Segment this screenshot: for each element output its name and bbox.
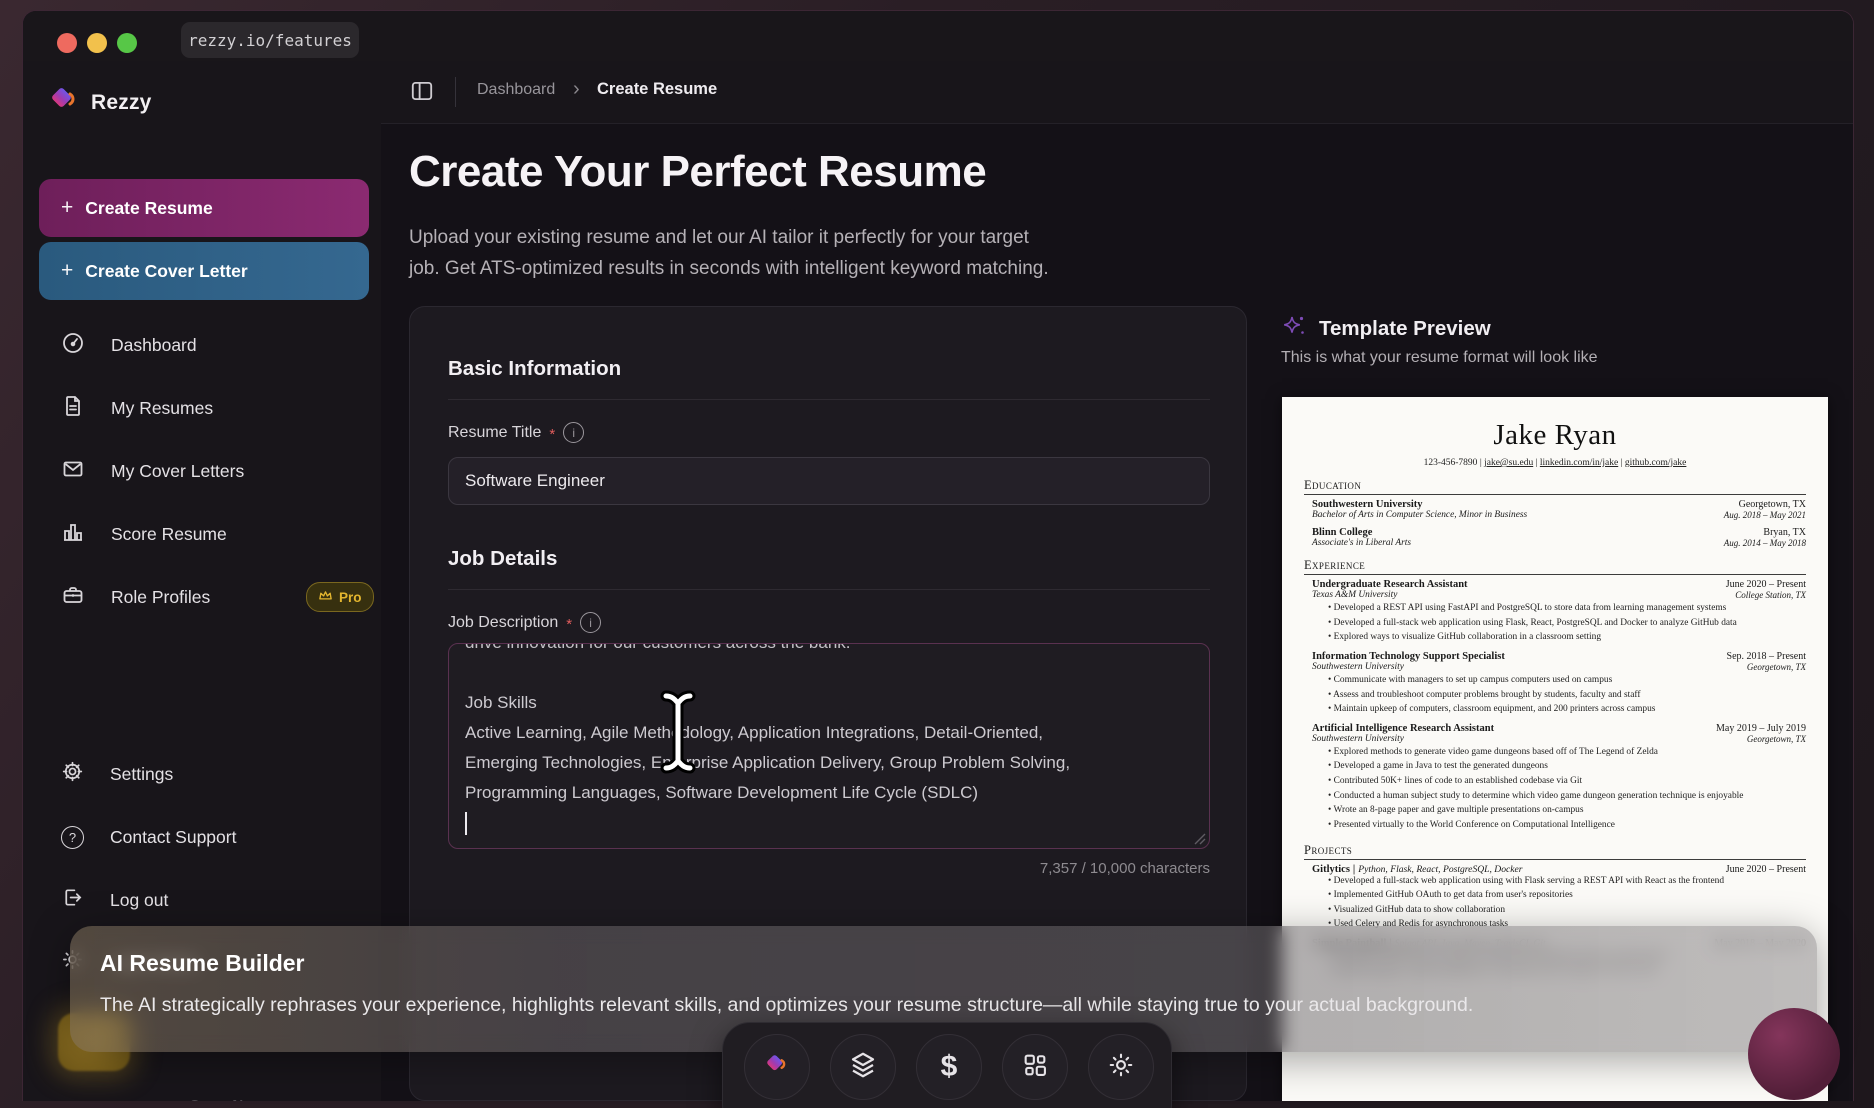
sparkles-icon xyxy=(1281,313,1307,344)
resume-name: Jake Ryan xyxy=(1493,419,1617,451)
textarea-line: Job Skills xyxy=(465,693,537,712)
resume-linkedin-link: linkedin.com/in/jake xyxy=(1539,458,1619,468)
sidebar-toggle-icon[interactable] xyxy=(409,78,435,109)
template-preview-title: Template Preview xyxy=(1319,316,1491,340)
resume-contact: 123-456-7890 | jake@su.edu | linkedin.co… xyxy=(1423,458,1687,468)
help-circle-icon: ? xyxy=(61,825,84,849)
page-title: Create Your Perfect Resume xyxy=(409,147,987,196)
required-asterisk: * xyxy=(549,426,556,443)
breadcrumb-chevron-icon: › xyxy=(573,78,580,100)
brand[interactable]: Rezzy xyxy=(49,85,152,120)
dock-pricing-button[interactable]: $ xyxy=(916,1034,982,1100)
sidebar-item-label: Log out xyxy=(110,889,169,910)
rezzy-logo-icon xyxy=(49,85,79,120)
screen: rezzy.io/features Rezzy + Create Resume … xyxy=(0,0,1874,1108)
resume-section-experience: Experience xyxy=(1304,558,1806,575)
textarea-line: Emerging Technologies, Enterprise Applic… xyxy=(465,753,1071,772)
tooltip-title: AI Resume Builder xyxy=(100,950,305,976)
titlebar: rezzy.io/features xyxy=(23,11,1853,61)
layers-icon xyxy=(848,1050,878,1085)
create-resume-label: Create Resume xyxy=(85,197,213,218)
sidebar-item-label: Score Resume xyxy=(111,523,227,544)
dock-rezzy-button[interactable] xyxy=(744,1034,810,1100)
brand-name: Rezzy xyxy=(91,90,152,114)
resume-section-projects: Projects xyxy=(1304,843,1806,860)
plus-icon: + xyxy=(61,196,74,219)
sun-icon xyxy=(1107,1051,1135,1084)
divider xyxy=(448,589,1210,590)
basic-information-heading: Basic Information xyxy=(448,357,622,380)
sidebar-item-label: Settings xyxy=(110,763,174,784)
bar-chart-icon xyxy=(61,520,85,549)
info-icon[interactable]: i xyxy=(563,422,585,443)
dock-layers-button[interactable] xyxy=(830,1034,896,1100)
resume-github-link: github.com/jake xyxy=(1624,458,1687,468)
breadcrumb-bar: Dashboard › Create Resume xyxy=(381,61,1853,124)
feature-dock: $ xyxy=(722,1022,1172,1108)
breadcrumb-dashboard[interactable]: Dashboard xyxy=(477,81,555,99)
info-icon[interactable]: i xyxy=(580,612,602,633)
minimize-window-button[interactable] xyxy=(87,33,107,53)
gear-icon xyxy=(61,760,84,788)
create-cover-letter-label: Create Cover Letter xyxy=(85,260,248,281)
text-caret xyxy=(465,811,467,835)
template-preview-header: Template Preview xyxy=(1281,313,1491,344)
divider xyxy=(455,77,456,107)
template-preview-subtitle: This is what your resume format will loo… xyxy=(1281,349,1598,366)
textarea-line: Programming Languages, Software Developm… xyxy=(465,783,979,802)
sidebar-item-log-out[interactable]: Log out xyxy=(39,874,369,926)
tooltip-body: The AI strategically rephrases your expe… xyxy=(100,994,1474,1016)
gauge-icon xyxy=(61,331,85,360)
page-subtitle: Upload your existing resume and let our … xyxy=(409,227,1049,279)
sidebar-item-dashboard[interactable]: Dashboard xyxy=(39,319,369,371)
sidebar-item-my-resumes[interactable]: My Resumes xyxy=(39,382,369,434)
divider xyxy=(448,399,1210,400)
close-window-button[interactable] xyxy=(57,33,77,53)
sidebar-item-score-resume[interactable]: Score Resume xyxy=(39,508,369,560)
sidebar-item-label: My Cover Letters xyxy=(111,460,245,481)
resize-handle-icon[interactable] xyxy=(1194,833,1206,845)
maximize-window-button[interactable] xyxy=(117,33,137,53)
sidebar-item-label: My Resumes xyxy=(111,397,214,418)
resume-section-education: Education xyxy=(1304,478,1806,495)
sidebar-item-my-cover-letters[interactable]: My Cover Letters xyxy=(39,445,369,497)
create-cover-letter-button[interactable]: + Create Cover Letter xyxy=(39,242,369,300)
textarea-line: Active Learning, Agile Methodology, Appl… xyxy=(465,723,1044,742)
breadcrumb-current: Create Resume xyxy=(597,80,718,98)
job-details-heading: Job Details xyxy=(448,547,558,570)
plus-icon: + xyxy=(61,259,74,282)
envelope-icon xyxy=(61,457,85,486)
create-resume-button[interactable]: + Create Resume xyxy=(39,179,369,237)
resume-title-label: Resume Title * i xyxy=(448,422,585,443)
dock-dashboard-button[interactable] xyxy=(1002,1034,1068,1100)
pro-badge: Pro xyxy=(306,582,374,612)
user-name: Omar Nasser xyxy=(189,1097,282,1101)
pro-badge-label: Pro xyxy=(339,589,362,605)
logout-icon xyxy=(61,886,84,914)
required-asterisk: * xyxy=(566,616,573,633)
resume-title-input[interactable] xyxy=(448,457,1210,505)
chat-bubble-button[interactable] xyxy=(1748,1008,1840,1100)
document-icon xyxy=(61,394,85,423)
sidebar-item-label: Contact Support xyxy=(110,826,237,847)
sidebar-item-contact-support[interactable]: ? Contact Support xyxy=(39,811,369,863)
briefcase-icon xyxy=(61,583,85,612)
textarea-clipped-line: drive innovation for our customers acros… xyxy=(465,644,1193,658)
character-count: 7,357 / 10,000 characters xyxy=(1039,860,1210,877)
sidebar-item-label: Dashboard xyxy=(111,334,197,355)
dock-theme-button[interactable] xyxy=(1088,1034,1154,1100)
grid-icon xyxy=(1021,1051,1049,1084)
rezzy-logo-icon xyxy=(763,1051,791,1084)
url-bar[interactable]: rezzy.io/features xyxy=(181,22,359,58)
dollar-icon: $ xyxy=(940,1050,958,1083)
job-description-textarea[interactable]: drive innovation for our customers acros… xyxy=(448,643,1210,849)
job-description-label: Job Description * i xyxy=(448,612,602,633)
crown-icon xyxy=(318,589,333,605)
resume-email-link: jake@su.edu xyxy=(1484,458,1534,468)
sidebar-item-label: Role Profiles xyxy=(111,586,211,607)
sidebar-item-settings[interactable]: Settings xyxy=(39,748,369,800)
